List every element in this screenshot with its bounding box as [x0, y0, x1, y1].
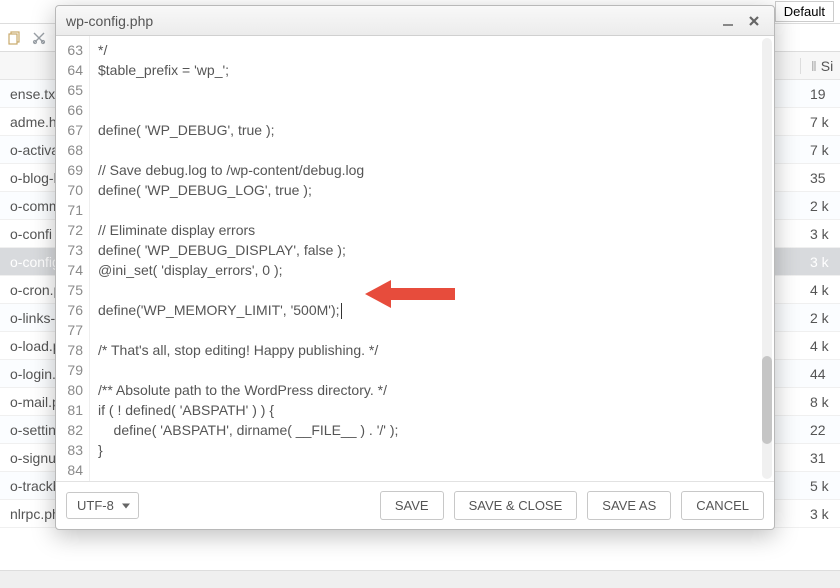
line-number: 74 — [56, 260, 83, 280]
line-number: 67 — [56, 120, 83, 140]
file-size: 7 k — [800, 114, 840, 130]
cut-icon[interactable] — [30, 29, 48, 47]
file-size: 3 k — [800, 254, 840, 270]
scroll-thumb[interactable] — [762, 356, 772, 444]
file-size: 4 k — [800, 338, 840, 354]
line-number: 76 — [56, 300, 83, 320]
editor-window: wp-config.php 63646566676869707172737475… — [55, 5, 775, 530]
editor-titlebar[interactable]: wp-config.php — [56, 6, 774, 36]
line-number: 65 — [56, 80, 83, 100]
code-line: if ( ! defined( 'ABSPATH' ) ) { — [98, 400, 766, 420]
line-number: 81 — [56, 400, 83, 420]
line-number: 80 — [56, 380, 83, 400]
line-number: 64 — [56, 60, 83, 80]
code-line: // Save debug.log to /wp-content/debug.l… — [98, 160, 766, 180]
code-line: /* That's all, stop editing! Happy publi… — [98, 340, 766, 360]
file-size: 31 — [800, 450, 840, 466]
code-line: define( 'WP_DEBUG_LOG', true ); — [98, 180, 766, 200]
code-line — [98, 320, 766, 340]
file-size: 4 k — [800, 282, 840, 298]
file-size: 7 k — [800, 142, 840, 158]
file-size: 3 k — [800, 506, 840, 522]
minimize-icon[interactable] — [718, 11, 738, 31]
save-button[interactable]: SAVE — [380, 491, 444, 520]
file-size: 8 k — [800, 394, 840, 410]
close-icon[interactable] — [744, 11, 764, 31]
file-size: 19 — [800, 86, 840, 102]
code-line — [98, 80, 766, 100]
line-number: 84 — [56, 460, 83, 480]
file-size: 35 — [800, 170, 840, 186]
line-number: 69 — [56, 160, 83, 180]
code-line: // Eliminate display errors — [98, 220, 766, 240]
line-number: 68 — [56, 140, 83, 160]
editor-title: wp-config.php — [66, 13, 712, 29]
code-line: @ini_set( 'display_errors', 0 ); — [98, 260, 766, 280]
file-size: 2 k — [800, 198, 840, 214]
code-line — [98, 100, 766, 120]
code-line: } — [98, 440, 766, 460]
code-area[interactable]: */$table_prefix = 'wp_'; define( 'WP_DEBU… — [90, 36, 774, 481]
line-gutter: 6364656667686970717273747576777879808182… — [56, 36, 90, 481]
code-line: $table_prefix = 'wp_'; — [98, 60, 766, 80]
encoding-select[interactable]: UTF-8 — [66, 492, 139, 519]
save-as-button[interactable]: SAVE AS — [587, 491, 671, 520]
status-bar — [0, 570, 840, 588]
line-number: 83 — [56, 440, 83, 460]
code-line: define( 'WP_DEBUG_DISPLAY', false ); — [98, 240, 766, 260]
editor-body[interactable]: 6364656667686970717273747576777879808182… — [56, 36, 774, 481]
scrollbar[interactable] — [762, 38, 772, 479]
line-number: 63 — [56, 40, 83, 60]
code-line — [98, 360, 766, 380]
text-caret — [341, 303, 342, 319]
code-line — [98, 140, 766, 160]
code-line: define( 'WP_DEBUG', true ); — [98, 120, 766, 140]
code-line: /** Absolute path to the WordPress direc… — [98, 380, 766, 400]
line-number: 78 — [56, 340, 83, 360]
code-line — [98, 460, 766, 480]
code-line: define( 'ABSPATH', dirname( __FILE__ ) .… — [98, 420, 766, 440]
line-number: 73 — [56, 240, 83, 260]
copy-icon[interactable] — [6, 29, 24, 47]
editor-footer: UTF-8 SAVE SAVE & CLOSE SAVE AS CANCEL — [56, 481, 774, 529]
file-size: 44 — [800, 366, 840, 382]
file-size: 22 — [800, 422, 840, 438]
col-size[interactable]: ‖Si — [800, 58, 840, 74]
code-line: */ — [98, 40, 766, 60]
line-number: 75 — [56, 280, 83, 300]
file-size: 3 k — [800, 226, 840, 242]
line-number: 82 — [56, 420, 83, 440]
line-number: 70 — [56, 180, 83, 200]
code-line — [98, 280, 766, 300]
line-number: 77 — [56, 320, 83, 340]
line-number: 72 — [56, 220, 83, 240]
line-number: 79 — [56, 360, 83, 380]
cancel-button[interactable]: CANCEL — [681, 491, 764, 520]
code-line: define('WP_MEMORY_LIMIT', '500M'); — [98, 300, 766, 320]
code-line — [98, 200, 766, 220]
line-number: 71 — [56, 200, 83, 220]
theme-select-button[interactable]: Default — [775, 1, 834, 22]
line-number: 66 — [56, 100, 83, 120]
file-size: 5 k — [800, 478, 840, 494]
save-close-button[interactable]: SAVE & CLOSE — [454, 491, 578, 520]
file-size: 2 k — [800, 310, 840, 326]
